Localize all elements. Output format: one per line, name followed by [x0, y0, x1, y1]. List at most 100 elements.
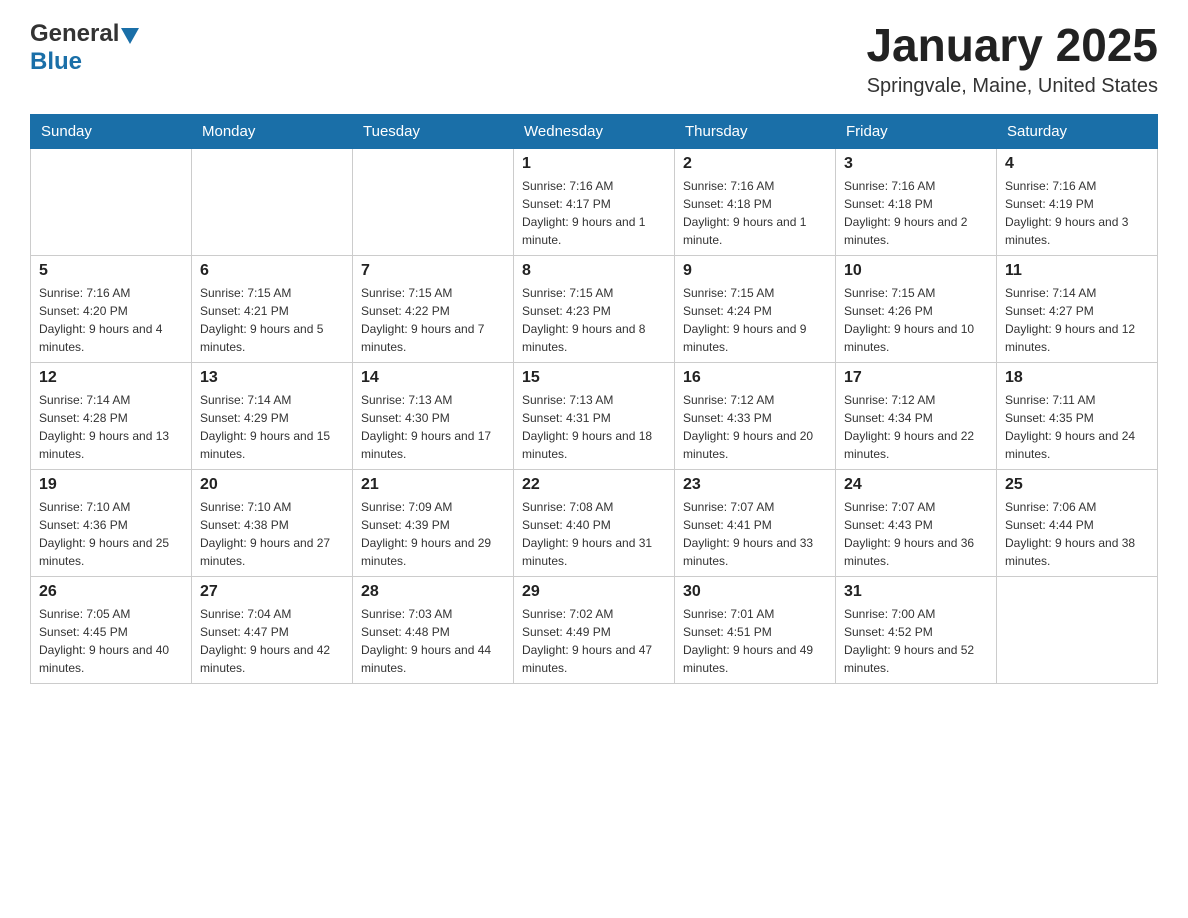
calendar-day-cell [192, 148, 353, 255]
calendar-day-cell: 2 Sunrise: 7:16 AM Sunset: 4:18 PM Daylig… [675, 148, 836, 255]
weekday-header-cell: Monday [192, 114, 353, 148]
calendar-day-cell [353, 148, 514, 255]
day-info: Sunrise: 7:08 AM Sunset: 4:40 PM Dayligh… [522, 498, 666, 570]
calendar-day-cell: 29Sunrise: 7:02 AM Sunset: 4:49 PM Dayli… [514, 576, 675, 683]
calendar-week-row: 26 Sunrise: 7:05 AM Sunset: 4:45 PM Dayli… [31, 576, 1158, 683]
calendar-body: 1Sunrise: 7:16 AM Sunset: 4:17 PM Daylig… [31, 148, 1158, 683]
calendar-day-cell: 26 Sunrise: 7:05 AM Sunset: 4:45 PM Dayli… [31, 576, 192, 683]
day-info: Sunrise: 7:11 AM Sunset: 4:35 PM Dayligh… [1005, 391, 1149, 463]
day-info: Sunrise: 7:15 AM Sunset: 4:21 PM Dayligh… [200, 284, 344, 356]
title-area: January 2025 Springvale, Maine, United S… [866, 20, 1158, 98]
day-number: 25 [1005, 476, 1149, 494]
day-number: 31 [844, 583, 988, 601]
weekday-header-cell: Thursday [675, 114, 836, 148]
day-info: Sunrise: 7:10 AM Sunset: 4:36 PM Dayligh… [39, 498, 183, 570]
calendar-day-cell: 4 Sunrise: 7:16 AM Sunset: 4:19 PM Daylig… [997, 148, 1158, 255]
calendar-week-row: 5 Sunrise: 7:16 AM Sunset: 4:20 PM Daylig… [31, 255, 1158, 362]
day-number: 23 [683, 476, 827, 494]
day-number: 28 [361, 583, 505, 601]
calendar-day-cell: 20 Sunrise: 7:10 AM Sunset: 4:38 PM Dayli… [192, 469, 353, 576]
day-number: 20 [200, 476, 344, 494]
day-info: Sunrise: 7:05 AM Sunset: 4:45 PM Dayligh… [39, 605, 183, 677]
day-info: Sunrise: 7:15 AM Sunset: 4:24 PM Dayligh… [683, 284, 827, 356]
calendar-day-cell: 24 Sunrise: 7:07 AM Sunset: 4:43 PM Dayli… [836, 469, 997, 576]
calendar-day-cell: 19 Sunrise: 7:10 AM Sunset: 4:36 PM Dayli… [31, 469, 192, 576]
calendar-week-row: 12Sunrise: 7:14 AM Sunset: 4:28 PM Dayli… [31, 362, 1158, 469]
day-info: Sunrise: 7:03 AM Sunset: 4:48 PM Dayligh… [361, 605, 505, 677]
calendar-day-cell [31, 148, 192, 255]
calendar-day-cell: 9Sunrise: 7:15 AM Sunset: 4:24 PM Daylig… [675, 255, 836, 362]
calendar-table: SundayMondayTuesdayWednesdayThursdayFrid… [30, 114, 1158, 684]
day-number: 10 [844, 262, 988, 280]
day-info: Sunrise: 7:13 AM Sunset: 4:30 PM Dayligh… [361, 391, 505, 463]
calendar-day-cell: 5 Sunrise: 7:16 AM Sunset: 4:20 PM Daylig… [31, 255, 192, 362]
calendar-day-cell: 22 Sunrise: 7:08 AM Sunset: 4:40 PM Dayli… [514, 469, 675, 576]
logo-blue-text: Blue [30, 48, 82, 75]
day-info: Sunrise: 7:16 AM Sunset: 4:18 PM Dayligh… [844, 177, 988, 249]
logo: General Blue [30, 20, 139, 76]
day-number: 18 [1005, 369, 1149, 387]
day-number: 26 [39, 583, 183, 601]
day-info: Sunrise: 7:16 AM Sunset: 4:19 PM Dayligh… [1005, 177, 1149, 249]
day-number: 29 [522, 583, 666, 601]
calendar-week-row: 19 Sunrise: 7:10 AM Sunset: 4:36 PM Dayli… [31, 469, 1158, 576]
calendar-header: SundayMondayTuesdayWednesdayThursdayFrid… [31, 114, 1158, 148]
logo-general-text: General [30, 20, 119, 48]
day-number: 22 [522, 476, 666, 494]
day-number: 21 [361, 476, 505, 494]
day-info: Sunrise: 7:07 AM Sunset: 4:41 PM Dayligh… [683, 498, 827, 570]
calendar-day-cell: 18 Sunrise: 7:11 AM Sunset: 4:35 PM Dayli… [997, 362, 1158, 469]
calendar-day-cell [997, 576, 1158, 683]
day-info: Sunrise: 7:06 AM Sunset: 4:44 PM Dayligh… [1005, 498, 1149, 570]
day-info: Sunrise: 7:13 AM Sunset: 4:31 PM Dayligh… [522, 391, 666, 463]
calendar-day-cell: 23 Sunrise: 7:07 AM Sunset: 4:41 PM Dayli… [675, 469, 836, 576]
day-number: 3 [844, 155, 988, 173]
day-info: Sunrise: 7:15 AM Sunset: 4:26 PM Dayligh… [844, 284, 988, 356]
calendar-day-cell: 14 Sunrise: 7:13 AM Sunset: 4:30 PM Dayli… [353, 362, 514, 469]
day-info: Sunrise: 7:16 AM Sunset: 4:20 PM Dayligh… [39, 284, 183, 356]
day-number: 14 [361, 369, 505, 387]
day-number: 5 [39, 262, 183, 280]
day-number: 1 [522, 155, 666, 173]
calendar-subtitle: Springvale, Maine, United States [866, 75, 1158, 98]
day-info: Sunrise: 7:07 AM Sunset: 4:43 PM Dayligh… [844, 498, 988, 570]
day-info: Sunrise: 7:10 AM Sunset: 4:38 PM Dayligh… [200, 498, 344, 570]
calendar-day-cell: 12Sunrise: 7:14 AM Sunset: 4:28 PM Dayli… [31, 362, 192, 469]
logo-triangle-icon [121, 28, 139, 44]
day-info: Sunrise: 7:01 AM Sunset: 4:51 PM Dayligh… [683, 605, 827, 677]
calendar-day-cell: 8Sunrise: 7:15 AM Sunset: 4:23 PM Daylig… [514, 255, 675, 362]
calendar-day-cell: 3 Sunrise: 7:16 AM Sunset: 4:18 PM Daylig… [836, 148, 997, 255]
day-info: Sunrise: 7:16 AM Sunset: 4:18 PM Dayligh… [683, 177, 827, 249]
weekday-header-row: SundayMondayTuesdayWednesdayThursdayFrid… [31, 114, 1158, 148]
weekday-header-cell: Wednesday [514, 114, 675, 148]
calendar-day-cell: 7 Sunrise: 7:15 AM Sunset: 4:22 PM Daylig… [353, 255, 514, 362]
calendar-day-cell: 1Sunrise: 7:16 AM Sunset: 4:17 PM Daylig… [514, 148, 675, 255]
day-info: Sunrise: 7:04 AM Sunset: 4:47 PM Dayligh… [200, 605, 344, 677]
weekday-header-cell: Friday [836, 114, 997, 148]
calendar-day-cell: 15 Sunrise: 7:13 AM Sunset: 4:31 PM Dayli… [514, 362, 675, 469]
calendar-day-cell: 21 Sunrise: 7:09 AM Sunset: 4:39 PM Dayli… [353, 469, 514, 576]
day-info: Sunrise: 7:00 AM Sunset: 4:52 PM Dayligh… [844, 605, 988, 677]
calendar-day-cell: 27 Sunrise: 7:04 AM Sunset: 4:47 PM Dayli… [192, 576, 353, 683]
day-number: 15 [522, 369, 666, 387]
calendar-day-cell: 11Sunrise: 7:14 AM Sunset: 4:27 PM Dayli… [997, 255, 1158, 362]
calendar-day-cell: 31 Sunrise: 7:00 AM Sunset: 4:52 PM Dayli… [836, 576, 997, 683]
day-info: Sunrise: 7:09 AM Sunset: 4:39 PM Dayligh… [361, 498, 505, 570]
day-info: Sunrise: 7:12 AM Sunset: 4:33 PM Dayligh… [683, 391, 827, 463]
day-number: 7 [361, 262, 505, 280]
day-info: Sunrise: 7:15 AM Sunset: 4:22 PM Dayligh… [361, 284, 505, 356]
day-number: 24 [844, 476, 988, 494]
calendar-day-cell: 13Sunrise: 7:14 AM Sunset: 4:29 PM Dayli… [192, 362, 353, 469]
day-number: 19 [39, 476, 183, 494]
day-info: Sunrise: 7:14 AM Sunset: 4:27 PM Dayligh… [1005, 284, 1149, 356]
day-number: 6 [200, 262, 344, 280]
day-number: 17 [844, 369, 988, 387]
weekday-header-cell: Saturday [997, 114, 1158, 148]
calendar-day-cell: 28 Sunrise: 7:03 AM Sunset: 4:48 PM Dayli… [353, 576, 514, 683]
day-number: 4 [1005, 155, 1149, 173]
calendar-day-cell: 25 Sunrise: 7:06 AM Sunset: 4:44 PM Dayli… [997, 469, 1158, 576]
day-number: 2 [683, 155, 827, 173]
day-number: 27 [200, 583, 344, 601]
calendar-day-cell: 10 Sunrise: 7:15 AM Sunset: 4:26 PM Dayli… [836, 255, 997, 362]
day-info: Sunrise: 7:14 AM Sunset: 4:28 PM Dayligh… [39, 391, 183, 463]
